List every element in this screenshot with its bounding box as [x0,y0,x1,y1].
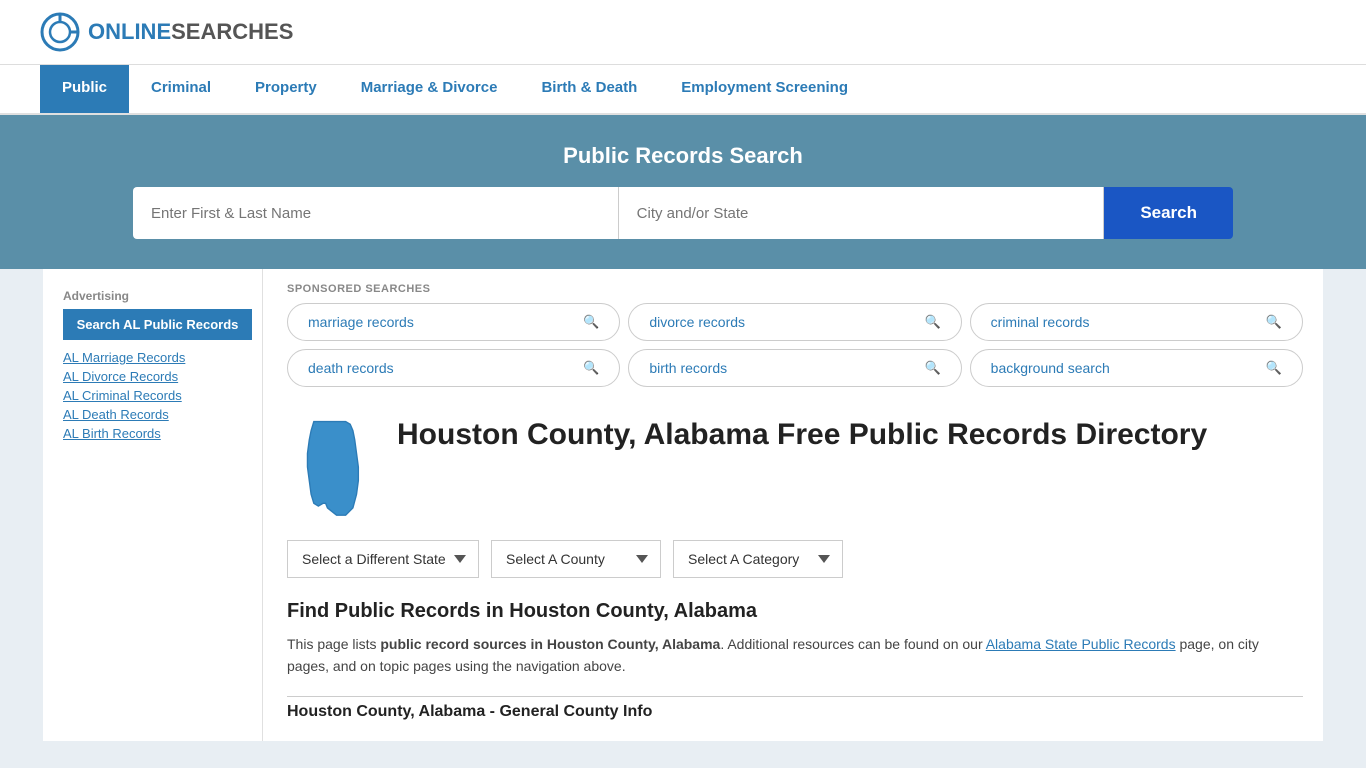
hero-section: Public Records Search Search [0,115,1366,269]
search-icon: 🔍 [924,360,940,376]
main-content: Advertising Search AL Public Records AL … [43,269,1323,741]
search-button[interactable]: Search [1104,187,1233,239]
state-shape [287,417,377,520]
main-nav: Public Criminal Property Marriage & Divo… [0,65,1366,115]
section-divider [287,696,1303,697]
name-input[interactable] [133,187,619,239]
search-icon: 🔍 [583,314,599,330]
nav-item-birth[interactable]: Birth & Death [519,65,659,113]
sidebar-search-btn[interactable]: Search AL Public Records [63,309,252,340]
tag-divorce[interactable]: divorce records 🔍 [628,303,961,341]
find-text: This page lists public record sources in… [287,633,1303,678]
dropdowns-row: Select a Different State Select A County… [287,540,1303,578]
site-header: ONLINESEARCHES [0,0,1366,65]
logo-text: ONLINESEARCHES [88,19,293,45]
nav-item-public[interactable]: Public [40,65,129,113]
hero-title: Public Records Search [40,143,1326,169]
search-icon: 🔍 [1266,360,1282,376]
search-icon: 🔍 [1266,314,1282,330]
sidebar: Advertising Search AL Public Records AL … [63,269,263,741]
location-input[interactable] [619,187,1105,239]
search-bar: Search [133,187,1233,239]
logo-icon [40,12,80,52]
sidebar-link-divorce[interactable]: AL Divorce Records [63,369,252,384]
content-area: SPONSORED SEARCHES marriage records 🔍 di… [263,269,1303,741]
find-title: Find Public Records in Houston County, A… [287,600,1303,623]
page-title: Houston County, Alabama Free Public Reco… [397,417,1207,453]
search-icon: 🔍 [583,360,599,376]
sidebar-link-death[interactable]: AL Death Records [63,407,252,422]
tag-criminal[interactable]: criminal records 🔍 [970,303,1303,341]
sidebar-link-marriage[interactable]: AL Marriage Records [63,350,252,365]
tag-death[interactable]: death records 🔍 [287,349,620,387]
search-icon: 🔍 [924,314,940,330]
logo[interactable]: ONLINESEARCHES [40,12,293,52]
tag-background[interactable]: background search 🔍 [970,349,1303,387]
state-records-link[interactable]: Alabama State Public Records [986,636,1176,652]
category-dropdown[interactable]: Select A Category [673,540,843,578]
tag-marriage[interactable]: marriage records 🔍 [287,303,620,341]
county-dropdown[interactable]: Select A County [491,540,661,578]
sidebar-ad-label: Advertising [63,289,252,303]
sidebar-link-criminal[interactable]: AL Criminal Records [63,388,252,403]
nav-item-criminal[interactable]: Criminal [129,65,233,113]
nav-item-employment[interactable]: Employment Screening [659,65,870,113]
sidebar-link-birth[interactable]: AL Birth Records [63,426,252,441]
alabama-map [287,417,377,517]
nav-item-property[interactable]: Property [233,65,339,113]
sponsored-label: SPONSORED SEARCHES [287,269,1303,303]
page-header-area: Houston County, Alabama Free Public Reco… [287,407,1303,520]
state-dropdown[interactable]: Select a Different State [287,540,479,578]
nav-item-marriage[interactable]: Marriage & Divorce [339,65,520,113]
tag-birth[interactable]: birth records 🔍 [628,349,961,387]
section-subtitle: Houston County, Alabama - General County… [287,703,1303,721]
sponsored-tags: marriage records 🔍 divorce records 🔍 cri… [287,303,1303,387]
